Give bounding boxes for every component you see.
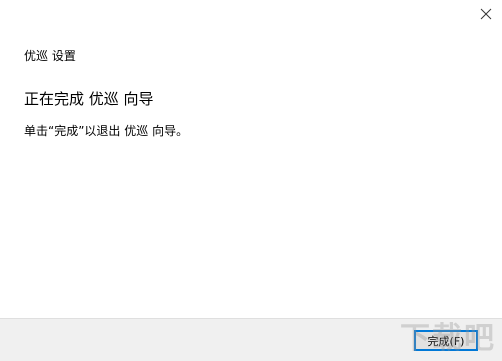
close-icon bbox=[480, 8, 492, 20]
setup-wizard-window: 优巡 设置 正在完成 优巡 向导 单击“完成”以退出 优巡 向导。 完成(F) … bbox=[0, 0, 502, 361]
button-bar: 完成(F) bbox=[0, 318, 502, 361]
instruction-text: 单击“完成”以退出 优巡 向导。 bbox=[24, 124, 189, 138]
window-title: 优巡 设置 bbox=[24, 49, 76, 63]
finish-button[interactable]: 完成(F) bbox=[414, 330, 478, 351]
close-button[interactable] bbox=[478, 6, 494, 22]
page-heading: 正在完成 优巡 向导 bbox=[24, 90, 154, 108]
